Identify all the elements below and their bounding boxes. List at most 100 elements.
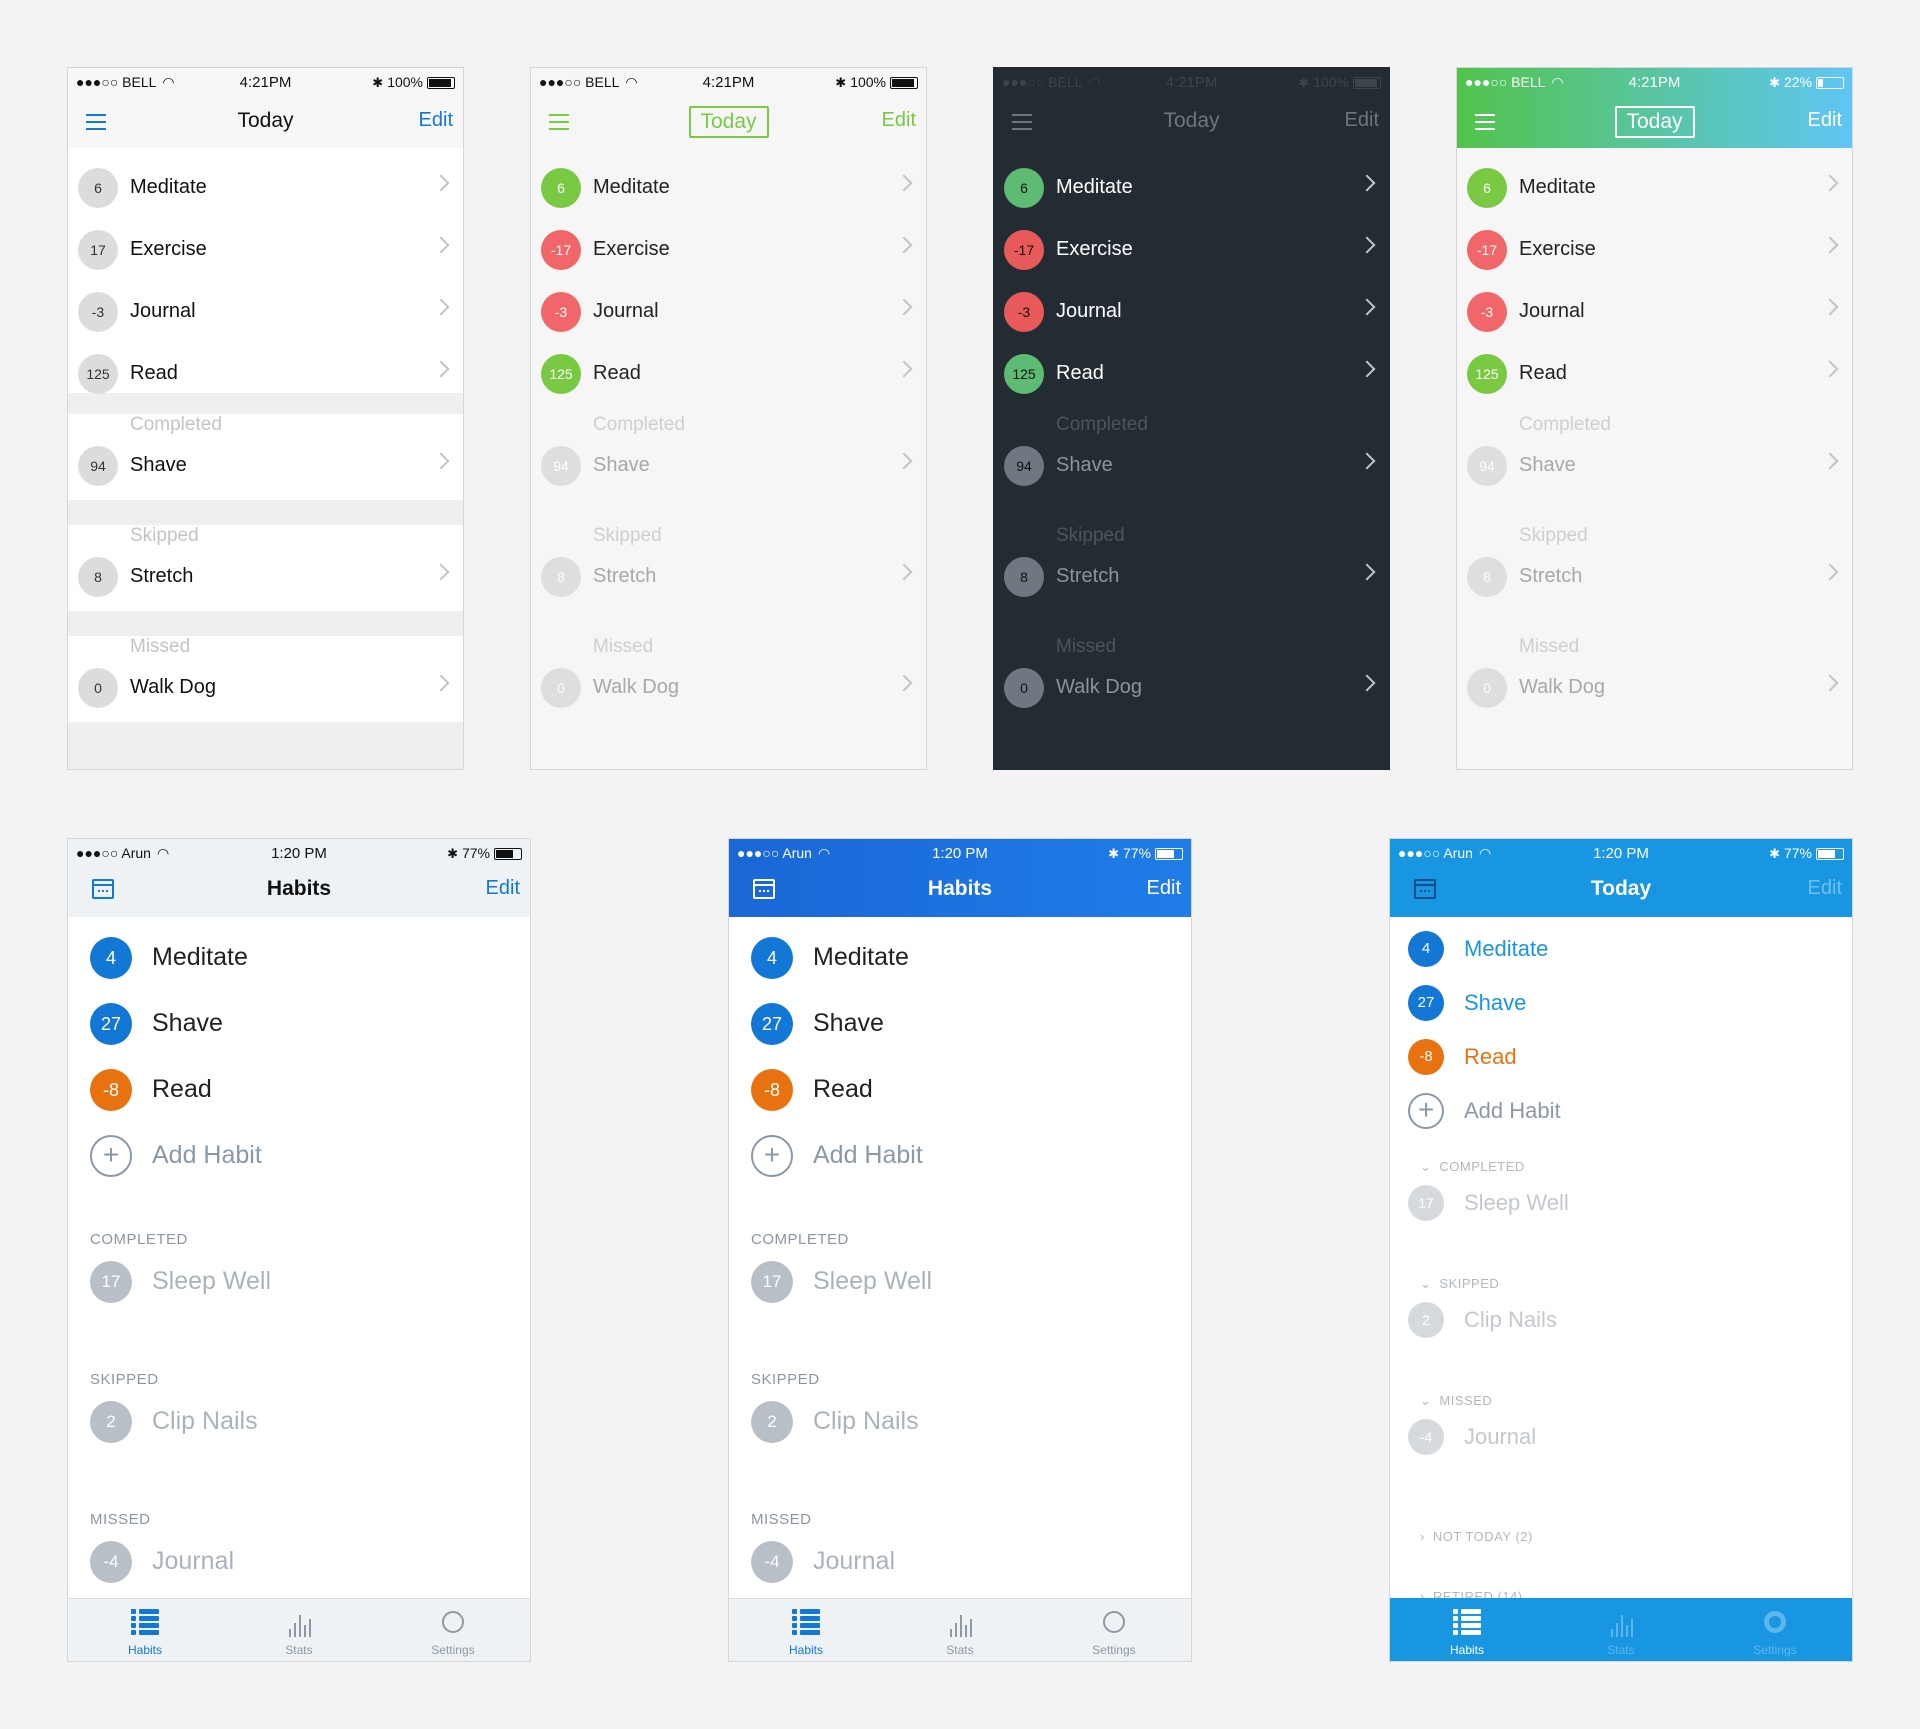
habit-row[interactable]: -3 Journal [531, 280, 926, 342]
tab-habits[interactable]: Habits [1390, 1599, 1544, 1661]
habit-row[interactable]: 94 Shave [68, 434, 463, 496]
edit-button[interactable]: Edit [1808, 109, 1842, 132]
tab-stats[interactable]: Stats [222, 1599, 376, 1661]
habit-row[interactable]: -4 Journal [1390, 1419, 1852, 1475]
edit-button[interactable]: Edit [419, 109, 453, 132]
streak-badge: 8 [78, 557, 118, 597]
streak-badge: 0 [1467, 668, 1507, 708]
habit-label: Walk Dog [593, 676, 679, 698]
habit-row[interactable]: -17 Exercise [1457, 218, 1852, 280]
habit-label: Journal [1464, 1424, 1537, 1449]
chevron-right-icon [1821, 452, 1839, 470]
habit-row[interactable]: -8 Read [68, 1069, 530, 1125]
streak-badge: 94 [541, 446, 581, 486]
tab-settings[interactable]: Settings [1037, 1599, 1191, 1661]
section-completed: Completed 94 Shave [68, 414, 463, 500]
tab-label: Settings [1092, 1643, 1136, 1657]
habit-label: Stretch [1519, 565, 1583, 587]
habit-row[interactable]: 4 Meditate [68, 937, 530, 993]
edit-button[interactable]: Edit [1345, 109, 1379, 132]
habit-row[interactable]: 125 Read [994, 342, 1389, 404]
edit-button[interactable]: Edit [1147, 877, 1181, 900]
habit-row[interactable]: -4 Journal [68, 1541, 530, 1597]
habit-row[interactable]: 17 Exercise [68, 218, 463, 280]
habit-row[interactable]: 94 Shave [531, 434, 926, 496]
section-header: Completed [1056, 414, 1148, 435]
habit-row[interactable]: 6 Meditate [994, 156, 1389, 218]
battery-percent: 77% [1783, 845, 1812, 861]
tab-stats[interactable]: Stats [883, 1599, 1037, 1661]
habit-row[interactable]: 4 Meditate [1390, 931, 1852, 987]
tab-habits[interactable]: Habits [729, 1599, 883, 1661]
habit-row[interactable]: -3 Journal [994, 280, 1389, 342]
habit-row[interactable]: -4 Journal [729, 1541, 1191, 1597]
habit-row[interactable]: 125 Read [1457, 342, 1852, 404]
habit-row[interactable]: -3 Journal [68, 280, 463, 342]
habit-row[interactable]: 2 Clip Nails [68, 1401, 530, 1457]
menu-icon[interactable] [1475, 114, 1495, 130]
tab-settings[interactable]: Settings [1698, 1599, 1852, 1661]
habit-row[interactable]: -17 Exercise [531, 218, 926, 280]
habit-row[interactable]: 6 Meditate [68, 156, 463, 218]
habit-row[interactable]: 27 Shave [1390, 985, 1852, 1041]
bluetooth-icon: ✱ [1298, 75, 1310, 90]
habit-row[interactable]: 4 Meditate [729, 937, 1191, 993]
chevron-down-icon[interactable]: ⌄ [1420, 1159, 1431, 1174]
habit-row[interactable]: 0 Walk Dog [68, 656, 463, 718]
habit-row[interactable]: 17 Sleep Well [729, 1261, 1191, 1317]
chevron-down-icon[interactable]: ⌄ [1420, 1276, 1431, 1291]
chevron-right-icon [1358, 563, 1376, 581]
section-header: Completed [130, 414, 222, 435]
edit-button[interactable]: Edit [486, 877, 520, 900]
habit-row[interactable]: 6 Meditate [531, 156, 926, 218]
habit-row[interactable]: 125 Read [531, 342, 926, 404]
chevron-right-icon [1821, 674, 1839, 692]
section-header: Missed [130, 636, 191, 657]
tab-habits[interactable]: Habits [68, 1599, 222, 1661]
section-header: Skipped [593, 525, 662, 546]
habit-row[interactable]: -8 Read [1390, 1039, 1852, 1095]
habit-row[interactable]: 8 Stretch [531, 545, 926, 607]
habit-row[interactable]: 27 Shave [729, 1003, 1191, 1059]
edit-button[interactable]: Edit [882, 109, 916, 132]
habit-row[interactable]: 0 Walk Dog [1457, 656, 1852, 718]
habit-row[interactable]: 0 Walk Dog [994, 656, 1389, 718]
add-habit-row[interactable]: + Add Habit [729, 1135, 1191, 1191]
page-title: Today [688, 106, 769, 138]
tab-stats[interactable]: Stats [1544, 1599, 1698, 1661]
habit-label: Meditate [1464, 936, 1549, 961]
add-habit-row[interactable]: + Add Habit [68, 1135, 530, 1191]
habit-row[interactable]: 2 Clip Nails [1390, 1302, 1852, 1358]
habit-row[interactable]: 94 Shave [994, 434, 1389, 496]
habit-row[interactable]: 0 Walk Dog [531, 656, 926, 718]
habit-row[interactable]: 17 Sleep Well [68, 1261, 530, 1317]
habit-label: Read [1519, 362, 1567, 384]
header: ●●●○○ BELL ◠ 4:21PM ✱ 100% Today Edit [68, 68, 463, 149]
section-header: MISSED [90, 1511, 151, 1528]
section-header: Missed [593, 636, 654, 657]
habit-row[interactable]: 17 Sleep Well [1390, 1185, 1852, 1241]
habit-row[interactable]: 8 Stretch [994, 545, 1389, 607]
habit-row[interactable]: 27 Shave [68, 1003, 530, 1059]
chevron-right-icon [432, 174, 450, 192]
habit-row[interactable]: -3 Journal [1457, 280, 1852, 342]
habit-row[interactable]: -17 Exercise [994, 218, 1389, 280]
habit-row[interactable]: 2 Clip Nails [729, 1401, 1191, 1457]
collapsed-section[interactable]: › NOT TODAY (2) [1420, 1529, 1533, 1544]
chevron-down-icon[interactable]: ⌄ [1420, 1393, 1431, 1408]
habit-label: Exercise [1519, 238, 1596, 260]
edit-button[interactable]: Edit [1808, 877, 1842, 900]
add-habit-row[interactable]: + Add Habit [1390, 1093, 1852, 1149]
habit-row[interactable]: 8 Stretch [1457, 545, 1852, 607]
menu-icon[interactable] [549, 114, 569, 130]
habit-row[interactable]: 125 Read [68, 342, 463, 404]
habit-row[interactable]: 94 Shave [1457, 434, 1852, 496]
streak-badge: 8 [1004, 557, 1044, 597]
habit-row[interactable]: -8 Read [729, 1069, 1191, 1125]
habit-row[interactable]: 6 Meditate [1457, 156, 1852, 218]
tab-settings[interactable]: Settings [376, 1599, 530, 1661]
streak-badge: 4 [751, 937, 793, 979]
streak-badge: -8 [751, 1069, 793, 1111]
habit-row[interactable]: 8 Stretch [68, 545, 463, 607]
chevron-right-icon [1821, 298, 1839, 316]
